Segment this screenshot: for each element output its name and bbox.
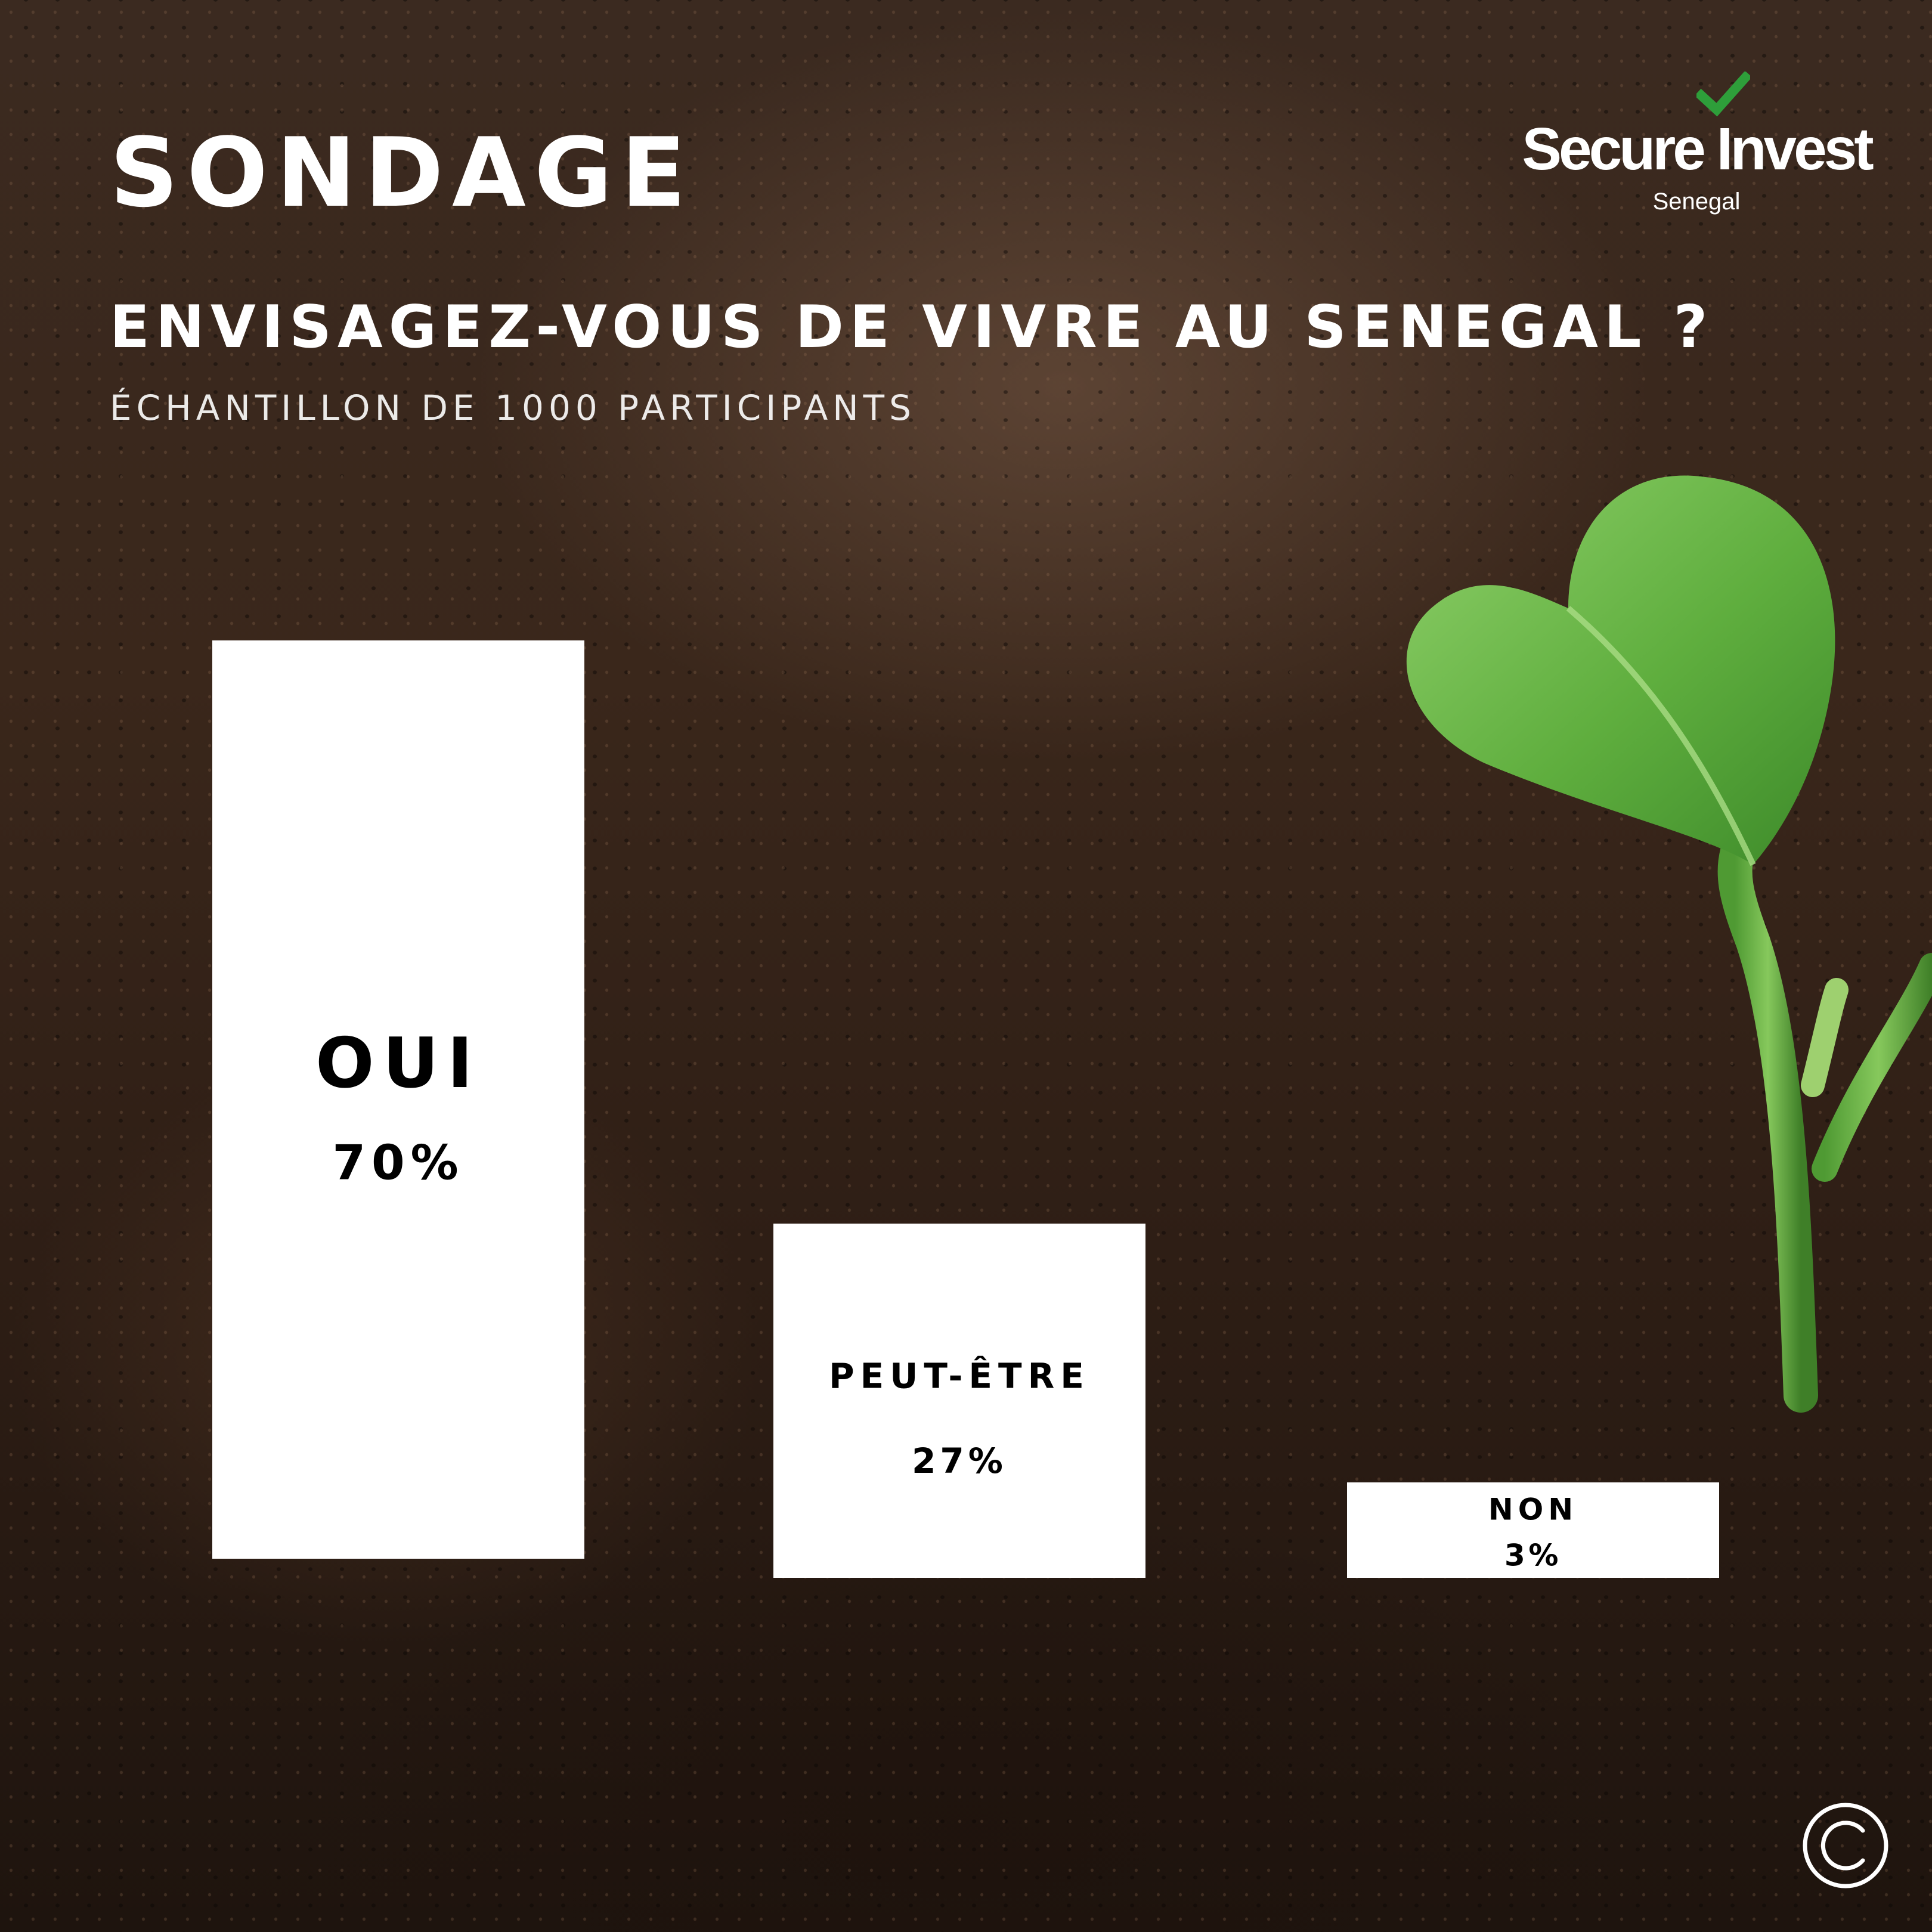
poll-bar-chart: OUI 70% PEUT-ÊTRE 27% NON 3% [212,640,1719,1578]
category-label: PEUT-ÊTRE [829,1355,1090,1397]
value-label: 27% [912,1441,1007,1481]
category-label: OUI [315,1023,481,1104]
category-label: NON [1488,1492,1578,1527]
copyright-icon [1803,1803,1888,1888]
bar-peut-tre [773,1224,1145,1578]
value-label: 70% [333,1135,465,1191]
value-label: 3% [1504,1538,1562,1573]
